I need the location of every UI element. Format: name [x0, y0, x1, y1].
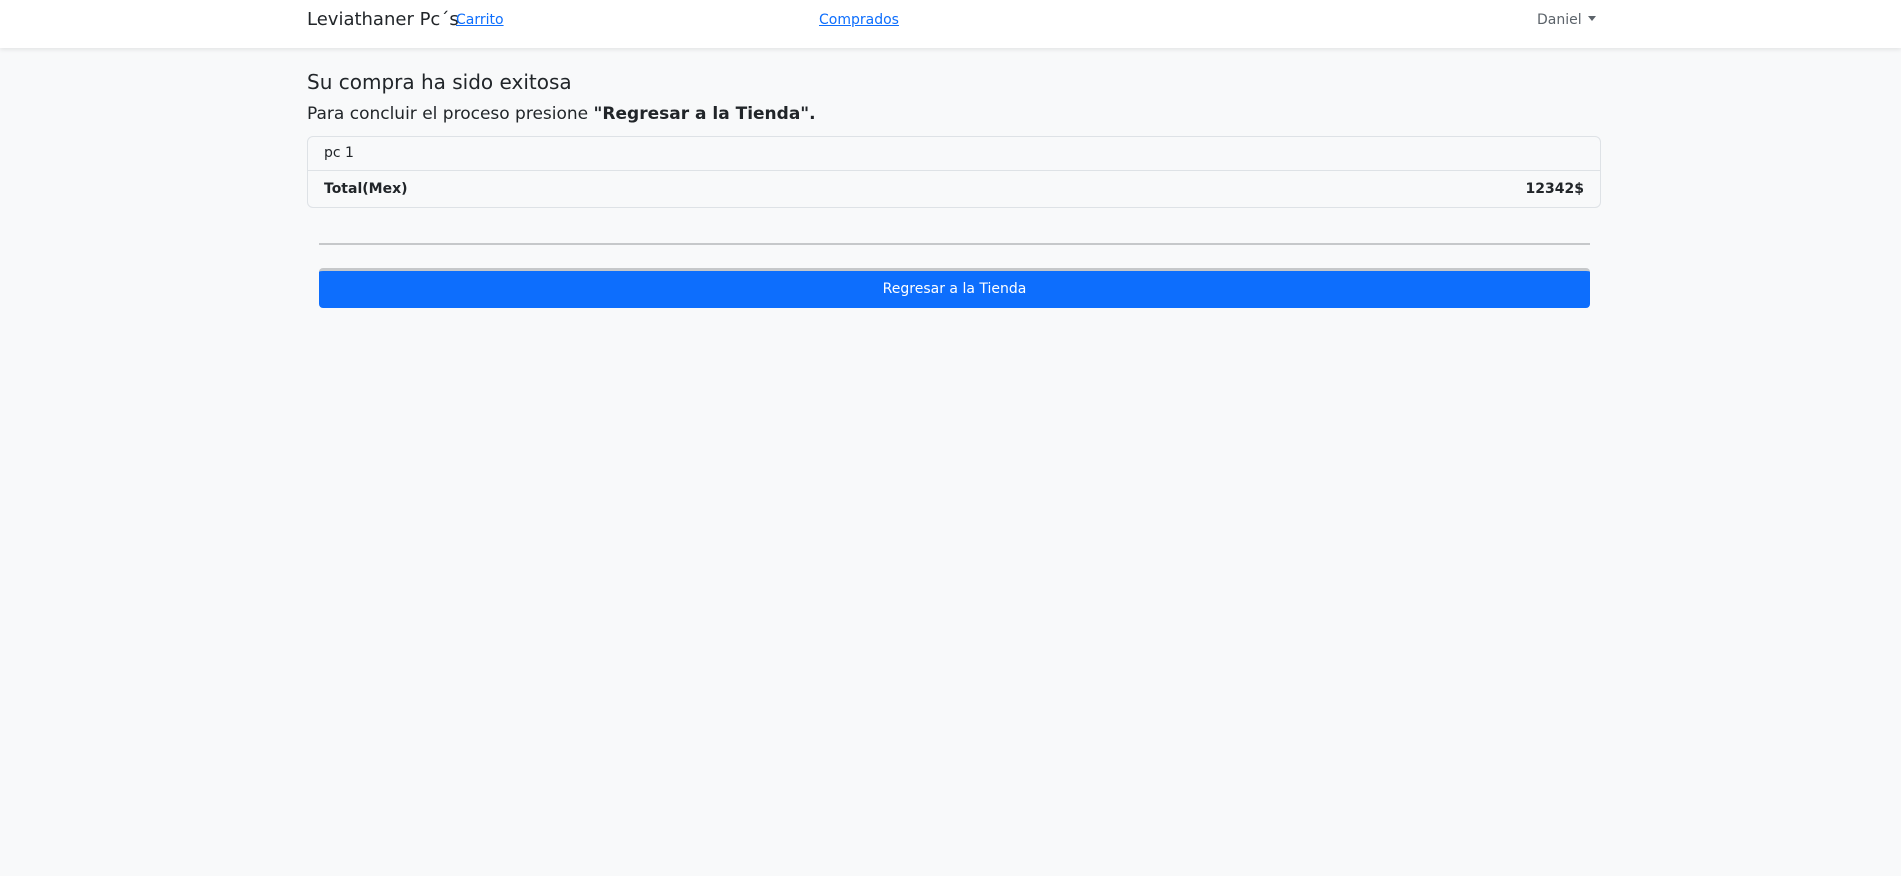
brand-logo[interactable]: Leviathaner Pc´s [307, 9, 459, 30]
chevron-down-icon [1587, 16, 1596, 21]
subtitle-emphasis: "Regresar a la Tienda". [593, 104, 816, 124]
user-dropdown[interactable]: Daniel [1537, 12, 1596, 28]
divider [319, 243, 1590, 245]
user-name: Daniel [1537, 12, 1582, 28]
total-value: 12342$ [1525, 181, 1584, 197]
nav-link-comprados[interactable]: Comprados [819, 12, 899, 28]
navbar: Leviathaner Pc´s Carrito Comprados Danie… [0, 0, 1901, 48]
total-row: Total(Mex) 12342$ [308, 171, 1600, 208]
list-item: pc 1 [308, 137, 1600, 171]
nav-link-carrito[interactable]: Carrito [456, 12, 504, 28]
subtitle-text: Para concluir el proceso presione [307, 104, 594, 124]
page-title: Su compra ha sido exitosa [307, 70, 572, 94]
item-name: pc 1 [324, 145, 354, 161]
total-label: Total(Mex) [324, 181, 408, 197]
purchase-list: pc 1 Total(Mex) 12342$ [307, 136, 1601, 208]
page-subtitle: Para concluir el proceso presione "Regre… [307, 104, 816, 124]
return-to-store-button[interactable]: Regresar a la Tienda [319, 268, 1590, 308]
